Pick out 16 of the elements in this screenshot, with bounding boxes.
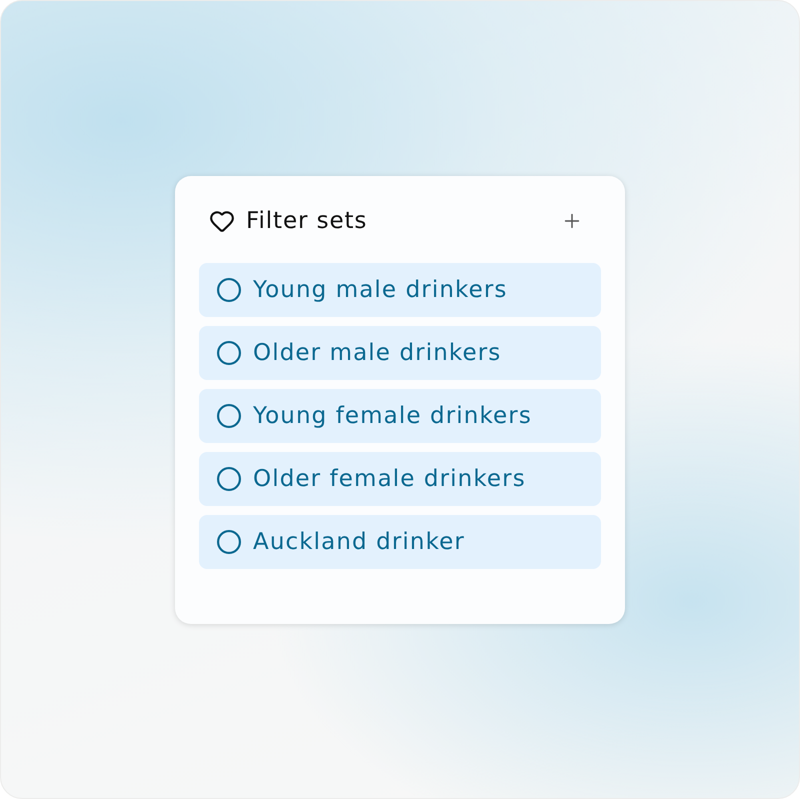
filter-set-label: Young female drinkers <box>253 402 532 428</box>
filter-set-item[interactable]: Auckland drinker <box>199 514 601 568</box>
radio-icon[interactable] <box>217 278 241 302</box>
radio-icon[interactable] <box>217 404 241 428</box>
filter-set-label: Older female drinkers <box>253 466 526 492</box>
filter-set-item[interactable]: Older female drinkers <box>199 452 601 506</box>
filter-set-label: Young male drinkers <box>253 276 508 302</box>
radio-icon[interactable] <box>217 466 241 490</box>
radio-icon[interactable] <box>217 340 241 364</box>
filter-set-item[interactable]: Young female drinkers <box>199 388 601 442</box>
filter-set-item[interactable]: Older male drinkers <box>199 326 601 380</box>
filter-set-label: Auckland drinker <box>253 528 465 554</box>
filter-set-label: Older male drinkers <box>253 340 502 366</box>
panel-title: Filter sets <box>246 208 368 234</box>
filter-set-item[interactable]: Young male drinkers <box>199 262 601 316</box>
radio-icon[interactable] <box>217 530 241 554</box>
